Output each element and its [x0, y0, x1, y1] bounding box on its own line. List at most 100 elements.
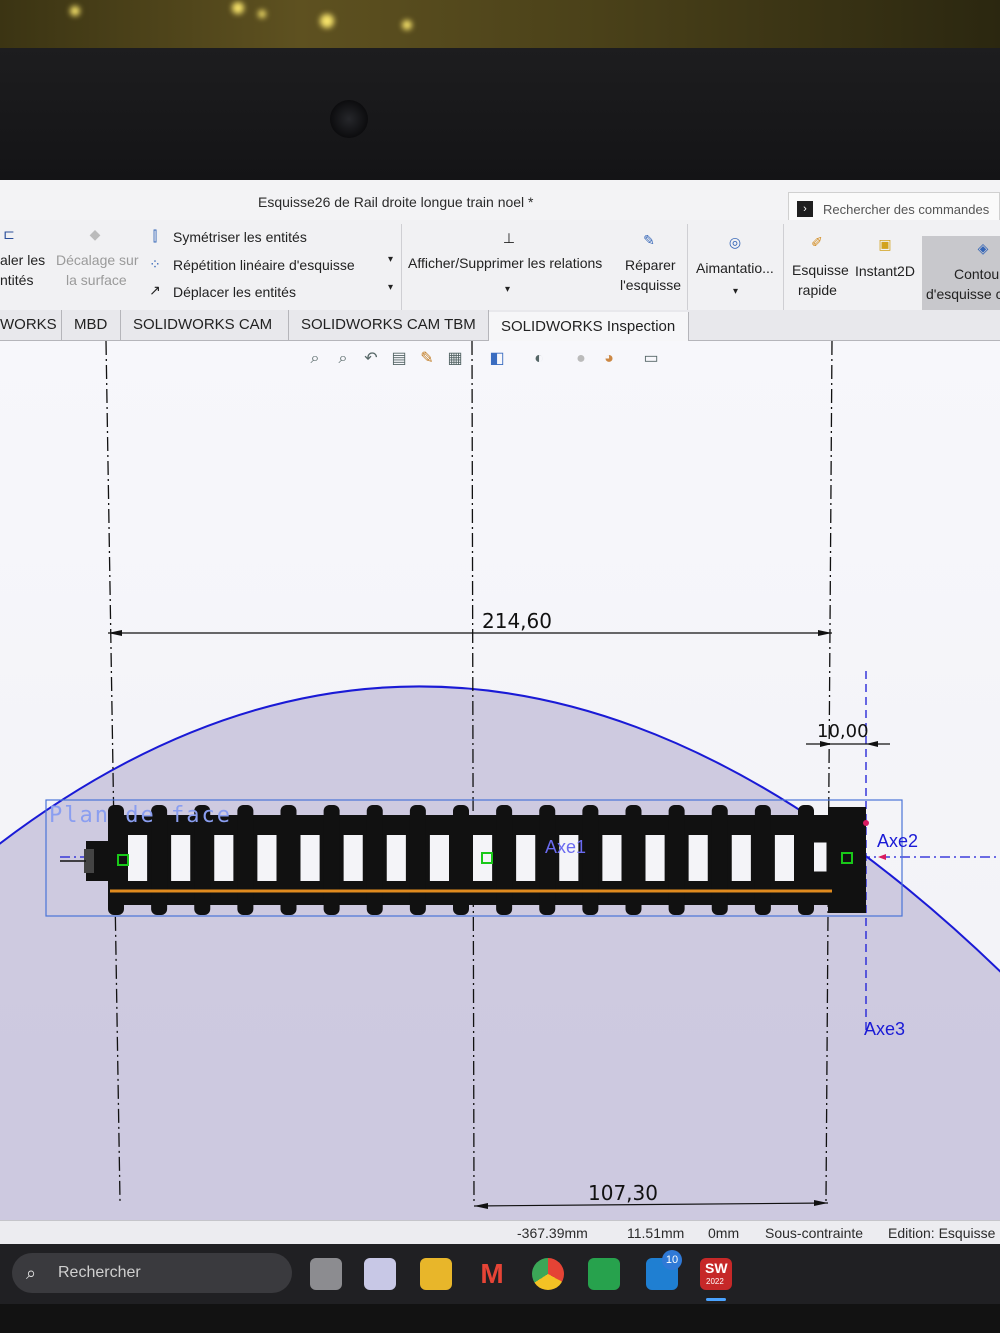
view-settings-icon[interactable]: ▭ [641, 349, 661, 369]
sketch-contour-label: Contou [954, 266, 1000, 282]
file-explorer-icon[interactable] [420, 1258, 452, 1290]
rapid-sketch-label-2: rapide [798, 282, 837, 298]
solidworks-icon[interactable]: SW 2022 [700, 1258, 732, 1290]
sleeper[interactable] [625, 805, 642, 915]
plane-label: Plan de face [49, 803, 232, 828]
display-relations-button[interactable]: Afficher/Supprimer les relations [408, 255, 602, 271]
gmail-icon[interactable]: M [476, 1258, 508, 1290]
sleeper[interactable] [539, 805, 556, 915]
mirror-entities-button[interactable]: Symétriser les entités [173, 229, 307, 245]
webcam [330, 100, 368, 138]
magnetic-dropdown-icon[interactable]: ▾ [733, 286, 738, 297]
laptop-bezel [0, 48, 1000, 180]
move-entities-dropdown-icon[interactable]: ▾ [388, 282, 393, 293]
snipping-tool-icon[interactable] [364, 1258, 396, 1290]
rail-window [774, 835, 794, 881]
tab-solidworks-cam-tbm[interactable]: SOLIDWORKS CAM TBM [289, 310, 489, 340]
zoom-area-icon[interactable]: ⌕ [333, 349, 353, 369]
view-orientation-icon[interactable]: ▦ [445, 349, 465, 369]
tab-solidworks-inspection[interactable]: SOLIDWORKS Inspection [489, 312, 689, 342]
task-view-icon[interactable] [310, 1258, 342, 1290]
windows-taskbar: ⌕ Rechercher M 10 SW 2022 [0, 1244, 1000, 1304]
sleeper[interactable] [668, 805, 685, 915]
command-manager-tabs: WORKS MBD SOLIDWORKS CAM SOLIDWORKS CAM … [0, 310, 1000, 342]
sleeper[interactable] [582, 805, 599, 915]
chrome-icon[interactable] [532, 1258, 564, 1290]
terminal-icon: › [797, 201, 813, 217]
sleeper[interactable] [409, 805, 426, 915]
sketch-point[interactable] [863, 820, 869, 826]
status-constraint[interactable]: Sous-contrainte [765, 1225, 863, 1241]
sketch-canvas[interactable] [0, 341, 1000, 1221]
repair-sketch-icon: ✎ [643, 232, 655, 248]
convert-entities-label-2[interactable]: ntités [0, 272, 33, 288]
status-z-coordinate: 0mm [708, 1225, 740, 1241]
scene-icon[interactable]: ◕ [599, 349, 619, 369]
taskbar-search[interactable]: ⌕ Rechercher [12, 1253, 292, 1293]
sketch-contour-label-2: d'esquisse c [926, 286, 1000, 302]
display-style-icon[interactable]: ◧ [487, 349, 507, 369]
graphics-area[interactable]: 214,60 10,00 107,30 Plan de face Axe1 Ax… [0, 341, 1000, 1221]
magnet-icon: ◎ [728, 234, 742, 250]
status-x-coordinate: -367.39mm [517, 1225, 588, 1241]
sleeper[interactable] [798, 805, 814, 915]
zoom-to-fit-icon[interactable]: ⌕ [305, 349, 325, 369]
offset-surface-button[interactable]: Décalage sur [56, 252, 139, 268]
status-bar: -367.39mm 11.51mm 0mm Sous-contrainte Ed… [0, 1220, 1000, 1245]
dimension-total[interactable]: 214,60 [482, 609, 552, 633]
linear-pattern-dropdown-icon[interactable]: ▾ [388, 254, 393, 265]
status-edit-mode[interactable]: Edition: Esquisse [888, 1225, 995, 1241]
title-bar: Esquisse26 de Rail droite longue train n… [0, 180, 1000, 226]
tab-solidworks-partial[interactable]: WORKS [0, 310, 62, 340]
notification-badge: 10 [662, 1250, 682, 1270]
axis2-arrow [878, 854, 886, 860]
convert-entities-icon: ⊏ [3, 226, 15, 242]
rail-window [602, 835, 622, 881]
relations-dropdown-icon[interactable]: ▾ [505, 284, 510, 295]
linear-pattern-button[interactable]: Répétition linéaire d'esquisse [173, 257, 355, 273]
offset-surface-icon: ◆ [89, 226, 101, 242]
circle-fill [0, 686, 1000, 1221]
status-y-coordinate: 11.51mm [627, 1225, 685, 1241]
sleeper[interactable] [280, 805, 297, 915]
repair-sketch-button[interactable]: Réparer [625, 257, 676, 273]
ribbon-separator [783, 224, 784, 312]
instant2d-button[interactable]: Instant2D [855, 263, 915, 279]
background-lights [0, 0, 1000, 48]
rail-window [214, 835, 234, 881]
sleeper[interactable] [366, 805, 383, 915]
sketch-contour-icon: ◈ [977, 240, 989, 256]
instant2d-icon: ▣ [878, 236, 892, 252]
laptop-bezel-bottom [0, 1304, 1000, 1333]
sleeper[interactable] [323, 805, 340, 915]
rail-connector-right[interactable] [828, 807, 866, 913]
dynamic-annotation-icon[interactable]: ✎ [417, 349, 437, 369]
move-entities-icon: ↗ [149, 282, 161, 298]
tab-mbd[interactable]: MBD [62, 310, 121, 340]
solidworks-label: SW [705, 1260, 728, 1276]
move-entities-button[interactable]: Déplacer les entités [173, 284, 296, 300]
screen: Esquisse26 de Rail droite longue train n… [0, 180, 1000, 1304]
solidworks-year: 2022 [706, 1277, 724, 1286]
sleeper[interactable] [496, 805, 513, 915]
app-icon-green[interactable] [588, 1258, 620, 1290]
rapid-sketch-button[interactable]: Esquisse [792, 262, 849, 278]
sleeper[interactable] [754, 805, 771, 915]
previous-view-icon[interactable]: ↶ [361, 349, 381, 369]
sketch-contour-button[interactable]: ◈ Contou d'esquisse c [922, 236, 1000, 316]
dimension-offset[interactable]: 10,00 [817, 721, 869, 742]
sleeper[interactable] [453, 805, 469, 915]
dimension-half[interactable]: 107,30 [588, 1181, 658, 1205]
convert-entities-label[interactable]: aler les [0, 252, 45, 268]
sleeper[interactable] [237, 805, 254, 915]
rail-window [257, 835, 277, 881]
axis3-label: Axe3 [864, 1019, 906, 1039]
edit-appearance-icon[interactable]: ● [571, 349, 591, 369]
hide-show-icon[interactable]: ◐ [529, 349, 549, 369]
rail-window [386, 835, 406, 881]
tab-solidworks-cam[interactable]: SOLIDWORKS CAM [121, 310, 289, 340]
magnetic-button[interactable]: Aimantatio... [696, 260, 774, 276]
sleeper[interactable] [711, 805, 728, 915]
section-view-icon[interactable]: ▤ [389, 349, 409, 369]
rail-window [429, 835, 449, 881]
